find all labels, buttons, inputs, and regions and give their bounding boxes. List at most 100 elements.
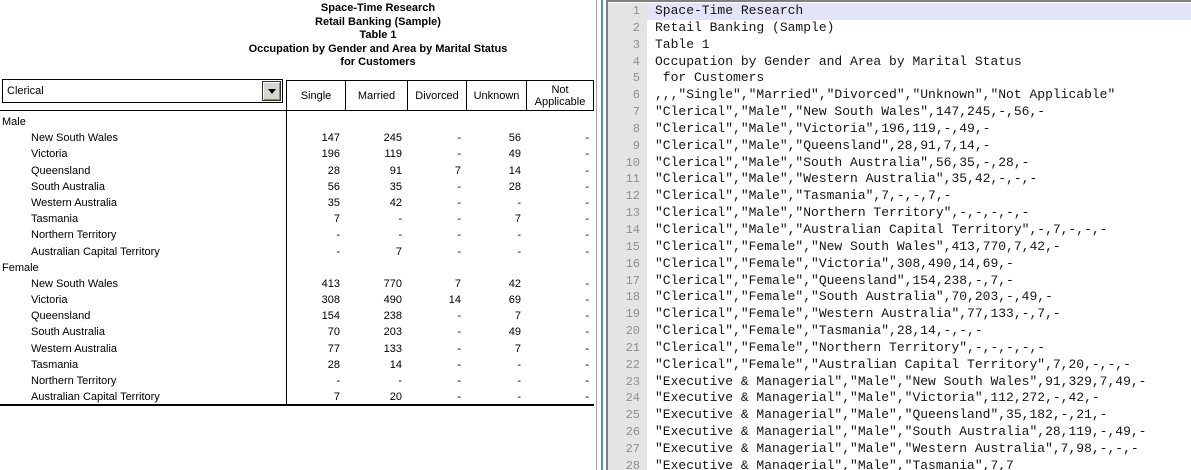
cell-value: - — [526, 389, 594, 405]
dropdown-button[interactable] — [262, 81, 281, 101]
line-text[interactable]: "Clerical","Female","South Australia",70… — [647, 289, 1191, 306]
editor-line[interactable]: 12"Clerical","Male","Tasmania",7,-,-,7,- — [608, 188, 1191, 205]
editor-line[interactable]: 5 for Customers — [608, 70, 1191, 87]
editor-line[interactable]: 27"Executive & Managerial","Male","Weste… — [608, 441, 1191, 458]
cell-value: - — [407, 179, 466, 195]
cell-value: 49 — [466, 146, 526, 162]
editor-line[interactable]: 6,,,"Single","Married","Divorced","Unkno… — [608, 87, 1191, 104]
occupation-filter-dropdown[interactable]: Clerical — [2, 79, 283, 103]
table-row: Queensland2891714- — [0, 163, 594, 179]
cell-value: 238 — [345, 308, 407, 324]
table-row: Australian Capital Territory-7--- — [0, 244, 594, 260]
editor-line[interactable]: 20"Clerical","Female","Tasmania",28,14,-… — [608, 323, 1191, 340]
line-text[interactable]: Retail Banking (Sample) — [647, 20, 1191, 37]
editor-line[interactable]: 17"Clerical","Female","Queensland",154,2… — [608, 273, 1191, 290]
line-text[interactable]: Table 1 — [647, 37, 1191, 54]
cell-value: 28 — [466, 179, 526, 195]
editor-line[interactable]: 10"Clerical","Male","South Australia",56… — [608, 155, 1191, 172]
row-label: Victoria — [0, 146, 286, 162]
line-text[interactable]: "Clerical","Female","Tasmania",28,14,-,-… — [647, 323, 1191, 340]
editor-line[interactable]: 15"Clerical","Female","New South Wales",… — [608, 239, 1191, 256]
panel-divider-line — [596, 0, 597, 470]
line-text[interactable]: for Customers — [647, 70, 1191, 87]
line-number: 28 — [608, 458, 647, 470]
editor-line[interactable]: 4Occupation by Gender and Area by Marita… — [608, 54, 1191, 71]
line-text[interactable]: ,,,"Single","Married","Divorced","Unknow… — [647, 87, 1191, 104]
cell-value: - — [345, 227, 407, 243]
row-label: Tasmania — [0, 211, 286, 227]
line-text[interactable]: "Clerical","Male","New South Wales",147,… — [647, 104, 1191, 121]
line-number: 1 — [608, 3, 647, 20]
cell-value: 119 — [345, 146, 407, 162]
table-row: Victoria3084901469- — [0, 292, 594, 308]
editor-line[interactable]: 9"Clerical","Male","Queensland",28,91,7,… — [608, 138, 1191, 155]
editor-line[interactable]: 19"Clerical","Female","Western Australia… — [608, 306, 1191, 323]
line-text[interactable]: "Clerical","Female","New South Wales",41… — [647, 239, 1191, 256]
line-text[interactable]: "Clerical","Female","Northern Territory"… — [647, 340, 1191, 357]
line-number: 18 — [608, 289, 647, 306]
cell-value: 7 — [466, 211, 526, 227]
cell-value: - — [407, 211, 466, 227]
table-row: Victoria196119-49- — [0, 146, 594, 162]
line-number: 19 — [608, 306, 647, 323]
cell-value: - — [526, 357, 594, 373]
dropdown-arrow-icon — [268, 89, 276, 94]
editor-line[interactable]: 8"Clerical","Male","Victoria",196,119,-,… — [608, 121, 1191, 138]
line-text[interactable]: "Executive & Managerial","Male","New Sou… — [647, 374, 1191, 391]
line-text[interactable]: "Clerical","Female","Queensland",154,238… — [647, 273, 1191, 290]
row-label: New South Wales — [0, 130, 286, 146]
editor-line[interactable]: 21"Clerical","Female","Northern Territor… — [608, 340, 1191, 357]
editor-line[interactable]: 14"Clerical","Male","Australian Capital … — [608, 222, 1191, 239]
line-text[interactable]: "Clerical","Male","Tasmania",7,-,-,7,- — [647, 188, 1191, 205]
editor-line[interactable]: 25"Executive & Managerial","Male","Queen… — [608, 407, 1191, 424]
editor-line[interactable]: 13"Clerical","Male","Northern Territory"… — [608, 205, 1191, 222]
cell-value: - — [345, 211, 407, 227]
cell-value: 14 — [345, 357, 407, 373]
line-text[interactable]: "Clerical","Male","Western Australia",35… — [647, 171, 1191, 188]
csv-text-editor[interactable]: 1Space-Time Research2Retail Banking (Sam… — [606, 0, 1191, 470]
line-text[interactable]: "Clerical","Male","Australian Capital Te… — [647, 222, 1191, 239]
line-number: 25 — [608, 407, 647, 424]
line-text[interactable]: "Executive & Managerial","Male","Tasmani… — [647, 458, 1191, 470]
line-text[interactable]: "Executive & Managerial","Male","Victori… — [647, 390, 1191, 407]
cell-value: 70 — [286, 324, 345, 340]
editor-line[interactable]: 26"Executive & Managerial","Male","South… — [608, 424, 1191, 441]
line-text[interactable]: "Executive & Managerial","Male","South A… — [647, 424, 1191, 441]
line-text[interactable]: "Clerical","Male","Northern Territory",-… — [647, 205, 1191, 222]
line-text[interactable]: "Clerical","Female","Australian Capital … — [647, 357, 1191, 374]
line-text[interactable]: "Clerical","Male","South Australia",56,3… — [647, 155, 1191, 172]
line-text[interactable]: "Clerical","Male","Queensland",28,91,7,1… — [647, 138, 1191, 155]
line-text[interactable]: "Clerical","Male","Victoria",196,119,-,4… — [647, 121, 1191, 138]
cell-value: - — [407, 308, 466, 324]
editor-line[interactable]: 28"Executive & Managerial","Male","Tasma… — [608, 458, 1191, 470]
cell-value: - — [407, 341, 466, 357]
line-text[interactable]: "Clerical","Female","Western Australia",… — [647, 306, 1191, 323]
editor-line[interactable]: 7"Clerical","Male","New South Wales",147… — [608, 104, 1191, 121]
editor-line[interactable]: 11"Clerical","Male","Western Australia",… — [608, 171, 1191, 188]
editor-line[interactable]: 16"Clerical","Female","Victoria",308,490… — [608, 256, 1191, 273]
cell-value: 7 — [286, 211, 345, 227]
cell-value: - — [286, 373, 345, 389]
cell-value: - — [526, 324, 594, 340]
line-text[interactable]: "Executive & Managerial","Male","Western… — [647, 441, 1191, 458]
editor-line[interactable]: 22"Clerical","Female","Australian Capita… — [608, 357, 1191, 374]
cell-value: - — [466, 357, 526, 373]
line-text[interactable]: "Executive & Managerial","Male","Queensl… — [647, 407, 1191, 424]
row-label: Australian Capital Territory — [0, 389, 286, 405]
editor-line[interactable]: 23"Executive & Managerial","Male","New S… — [608, 374, 1191, 391]
editor-line[interactable]: 3Table 1 — [608, 37, 1191, 54]
line-number: 16 — [608, 256, 647, 273]
line-text[interactable]: Space-Time Research — [647, 3, 1191, 20]
cell-value: 245 — [345, 130, 407, 146]
cell-value: 196 — [286, 146, 345, 162]
editor-line[interactable]: 18"Clerical","Female","South Australia",… — [608, 289, 1191, 306]
line-text[interactable]: "Clerical","Female","Victoria",308,490,1… — [647, 256, 1191, 273]
editor-line[interactable]: 1Space-Time Research — [608, 3, 1191, 20]
editor-line[interactable]: 2Retail Banking (Sample) — [608, 20, 1191, 37]
editor-line[interactable]: 24"Executive & Managerial","Male","Victo… — [608, 390, 1191, 407]
row-label: Tasmania — [0, 357, 286, 373]
cell-value: 490 — [345, 292, 407, 308]
line-text[interactable]: Occupation by Gender and Area by Marital… — [647, 54, 1191, 71]
panel-splitter[interactable] — [601, 0, 603, 470]
cell-value: - — [526, 211, 594, 227]
